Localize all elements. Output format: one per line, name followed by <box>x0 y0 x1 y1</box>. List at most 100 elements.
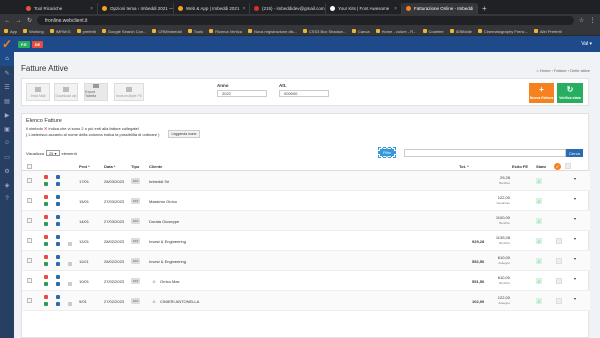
page-size-select[interactable]: 25 ▾ <box>45 150 60 156</box>
edit-icon[interactable] <box>56 215 60 219</box>
copy-icon[interactable] <box>44 242 48 246</box>
address-bar[interactable]: fronline.webclient.it <box>37 16 574 25</box>
status-icon[interactable]: ✓ <box>536 278 542 284</box>
edit-icon[interactable] <box>56 175 60 179</box>
browser-tab[interactable]: Your Kits | Font Awesome × <box>326 3 402 14</box>
row-menu-icon[interactable]: ▾ <box>574 296 576 301</box>
row-menu-icon[interactable]: ▾ <box>574 196 576 201</box>
close-icon[interactable]: × <box>242 6 245 12</box>
bookmark-item[interactable]: Ricerca Vertica <box>209 29 242 34</box>
row-square[interactable] <box>556 258 562 264</box>
reload-icon[interactable]: ↻ <box>26 17 33 24</box>
delete-icon[interactable] <box>44 295 48 299</box>
browser-tab[interactable]: Web & App | Imbeddi 2021 × <box>174 3 250 14</box>
delete-icon[interactable] <box>44 175 48 179</box>
view-icon[interactable] <box>56 182 60 186</box>
table-row[interactable]: 15/01 27/03/2023 FAT Massimo Orrico 122,00 So… <box>22 191 590 211</box>
row-square[interactable] <box>556 298 562 304</box>
bookmark-item[interactable]: Google Search Con... <box>101 29 146 34</box>
copy-icon[interactable] <box>44 302 48 306</box>
search-button[interactable]: Cerca <box>566 149 583 157</box>
home-icon[interactable]: ⌂ <box>0 52 14 66</box>
attivita-select[interactable]: 000000 <box>279 90 329 97</box>
row-square[interactable] <box>556 238 562 244</box>
view-icon[interactable] <box>56 302 60 306</box>
box-icon[interactable]: ▣ <box>0 122 14 136</box>
bookmark-item[interactable]: IDSfiddle <box>449 29 472 34</box>
bookmark-item[interactable]: Tools <box>187 29 203 34</box>
table-row[interactable]: 10/01 27/02/2023 FAT ☺ Orrico Max 551,50 610,0… <box>22 271 590 291</box>
status-icon[interactable]: ✓ <box>536 198 542 204</box>
row-checkbox[interactable] <box>27 238 32 243</box>
bookmark-item[interactable]: preferiti <box>76 29 96 34</box>
copy-icon[interactable] <box>44 282 48 286</box>
header-button[interactable]: DE <box>31 40 44 48</box>
bookmark-item[interactable]: Altri Preferiti <box>533 29 562 34</box>
table-row[interactable]: 12/01 28/02/2023 FAT Invest & Engineering 92… <box>22 231 590 251</box>
browser-tab[interactable]: Opzioni tema ‹ Imbeddi 2021 — W...× <box>98 3 174 14</box>
bookmark-item[interactable]: Nova registrazione dis... <box>247 29 297 34</box>
legend-icons-button[interactable]: Leggenda icone <box>168 130 200 138</box>
user-menu[interactable]: Val ▾ <box>581 41 600 47</box>
row-square[interactable] <box>556 278 562 284</box>
status-icon[interactable]: ✓ <box>536 238 542 244</box>
extra-action-icon[interactable] <box>68 262 72 266</box>
edit-icon[interactable] <box>56 255 60 259</box>
bookmark-item[interactable]: Working <box>23 29 44 34</box>
forward-icon[interactable]: → <box>15 18 22 24</box>
edit-icon[interactable] <box>56 195 60 199</box>
edit-icon[interactable] <box>56 275 60 279</box>
star-icon[interactable]: ☆ <box>578 17 585 24</box>
shield-icon[interactable]: ◈ <box>0 178 14 192</box>
extra-action-icon[interactable] <box>68 242 72 246</box>
view-icon[interactable] <box>56 262 60 266</box>
edit-icon[interactable] <box>56 295 60 299</box>
settings-icon[interactable]: ✓ <box>554 163 561 170</box>
header-square[interactable] <box>565 163 571 169</box>
browser-tab[interactable]: Tool Ricariche × <box>22 3 98 14</box>
delete-icon[interactable] <box>44 275 48 279</box>
bookmark-item[interactable]: Home - colore - R... <box>375 29 417 34</box>
delete-icon[interactable] <box>44 215 48 219</box>
row-checkbox[interactable] <box>27 258 32 263</box>
download-zip-button[interactable]: Download zip <box>54 83 78 101</box>
delete-icon[interactable] <box>44 235 48 239</box>
bookmark-item[interactable]: Canva <box>352 29 370 34</box>
row-checkbox[interactable] <box>27 298 32 303</box>
copy-icon[interactable] <box>44 182 48 186</box>
edit-icon[interactable] <box>56 235 60 239</box>
new-invoice-button[interactable]: + Nuova Fattura <box>529 83 554 103</box>
bookmark-item[interactable]: App <box>4 29 17 34</box>
chart-icon[interactable]: ▤ <box>0 94 14 108</box>
card-icon[interactable]: ▭ <box>0 150 14 164</box>
status-icon[interactable]: ✓ <box>536 298 542 304</box>
bookmark-item[interactable]: Codefee <box>422 29 444 34</box>
users-icon[interactable]: ☺ <box>0 136 14 150</box>
row-menu-icon[interactable]: ▾ <box>574 256 576 261</box>
header-tot[interactable]: Tot. * <box>459 164 469 169</box>
verify-status-button[interactable]: ↻ Verifica stato <box>557 83 583 103</box>
view-icon[interactable] <box>56 202 60 206</box>
close-icon[interactable]: × <box>476 6 477 12</box>
new-tab-icon[interactable]: + <box>482 3 487 14</box>
truck-icon[interactable]: ▶ <box>0 108 14 122</box>
view-icon[interactable] <box>56 282 60 286</box>
delete-icon[interactable] <box>44 195 48 199</box>
anno-select[interactable]: 2022 <box>217 90 267 97</box>
row-checkbox[interactable] <box>27 198 32 203</box>
extra-action-icon[interactable] <box>68 302 72 306</box>
table-row[interactable]: 9/01 27/02/2023 FAT ☺ CINIERI ANTONELLA 102,0… <box>22 291 590 311</box>
extra-action-icon[interactable] <box>68 282 72 286</box>
table-row[interactable]: 17/01 28/03/2023 FAT Imbeddi Srl 29,28 Bonifi… <box>22 171 590 191</box>
view-icon[interactable] <box>56 222 60 226</box>
filter-button[interactable]: Filtro <box>378 147 396 158</box>
status-icon[interactable]: ✓ <box>536 218 542 224</box>
header-prot[interactable]: Prot * <box>79 164 90 169</box>
row-checkbox[interactable] <box>27 178 32 183</box>
breadcrumb[interactable]: ⌂ Home › Fatture › Delle attive <box>536 68 590 73</box>
file-icon[interactable]: ☰ <box>0 80 14 94</box>
send-mail-button[interactable]: Invia Mail <box>26 83 50 101</box>
bookmark-item[interactable]: CRMImbeddi <box>152 29 182 34</box>
row-menu-icon[interactable]: ▾ <box>574 176 576 181</box>
bookmark-item[interactable]: IMPAKS <box>49 29 71 34</box>
